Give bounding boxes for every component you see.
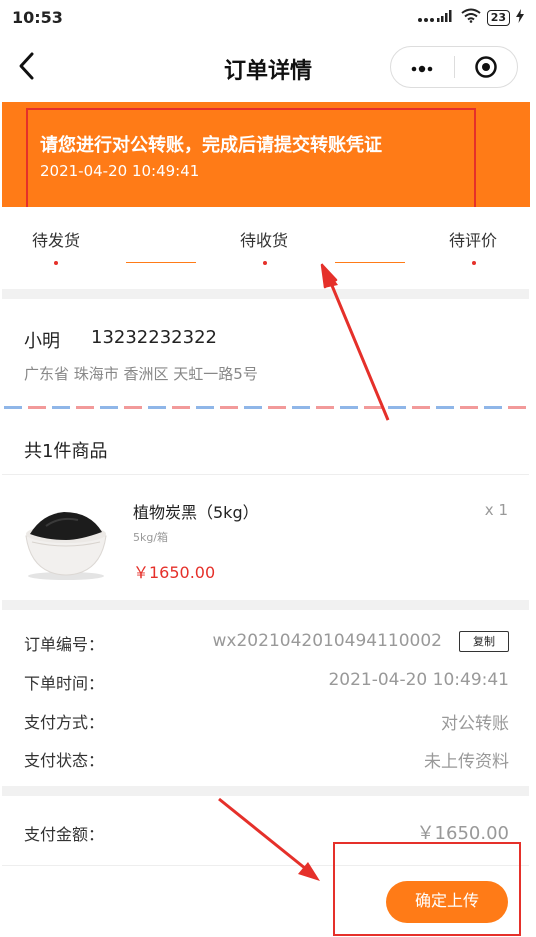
pay-amount-label: 支付金额： — [24, 825, 105, 844]
status-time: 10:53 — [12, 8, 63, 27]
nav-bar: 订单详情 — [0, 36, 536, 98]
step-dot — [263, 261, 267, 265]
order-number-row: 订单编号： wx2021042010494110002 复制 — [0, 631, 536, 655]
signal-icon — [417, 9, 455, 27]
target-circle-icon[interactable] — [454, 55, 517, 79]
step-dot — [54, 261, 58, 265]
copy-button[interactable]: 复制 — [459, 631, 509, 652]
annotation-arrow-line-bottom — [218, 797, 307, 871]
address-airmail-border — [4, 406, 528, 409]
pay-status-row: 支付状态： 未上传资料 — [0, 747, 536, 772]
more-dots-icon[interactable] — [391, 55, 454, 79]
charging-icon — [516, 8, 524, 27]
step-label-pending-ship: 待发货 — [32, 231, 81, 250]
order-number-value: wx2021042010494110002 — [212, 631, 442, 651]
wifi-icon — [461, 8, 481, 27]
order-steps: 待发货 待收货 待评价 — [0, 207, 536, 289]
product-price: ￥1650.00 — [133, 563, 216, 582]
step-line — [126, 262, 196, 263]
pay-method-label: 支付方式： — [24, 713, 105, 732]
section-gap — [2, 289, 529, 299]
section-gap — [2, 786, 529, 796]
product-spec: 5kg/箱 — [133, 531, 169, 544]
pay-status-value: 未上传资料 — [424, 752, 509, 772]
recipient-phone: 13232232322 — [91, 327, 217, 348]
recipient-name: 小明 — [24, 331, 60, 352]
charcoal-bowl-image — [20, 492, 112, 584]
status-bar: 10:53 23 — [0, 0, 536, 36]
step-label-pending-receive: 待收货 — [240, 231, 289, 250]
step-label-pending-review: 待评价 — [449, 231, 498, 250]
pay-method-value: 对公转账 — [441, 714, 509, 734]
product-name: 植物炭黑（5kg） — [133, 503, 259, 522]
status-icons: 23 — [417, 8, 524, 27]
mini-program-capsule — [390, 46, 518, 88]
product-quantity: x 1 — [484, 501, 508, 519]
annotation-box-button — [333, 842, 521, 936]
pay-method-row: 支付方式： 对公转账 — [0, 709, 536, 734]
order-time-row: 下单时间： 2021-04-20 10:49:41 — [0, 670, 536, 694]
recipient-address: 广东省 珠海市 香洲区 天虹一路5号 — [24, 365, 258, 383]
address-card[interactable]: 小明 13232232322 广东省 珠海市 香洲区 天虹一路5号 — [0, 299, 536, 407]
order-time-label: 下单时间： — [24, 674, 105, 693]
order-time-value: 2021-04-20 10:49:41 — [328, 670, 509, 690]
section-gap — [2, 600, 529, 610]
goods-count-header: 共1件商品 — [24, 441, 108, 462]
order-number-label: 订单编号： — [24, 635, 105, 654]
step-line — [335, 262, 405, 263]
divider — [2, 474, 529, 475]
step-dot — [472, 261, 476, 265]
pay-status-label: 支付状态： — [24, 751, 105, 770]
battery-icon: 23 — [486, 9, 510, 26]
